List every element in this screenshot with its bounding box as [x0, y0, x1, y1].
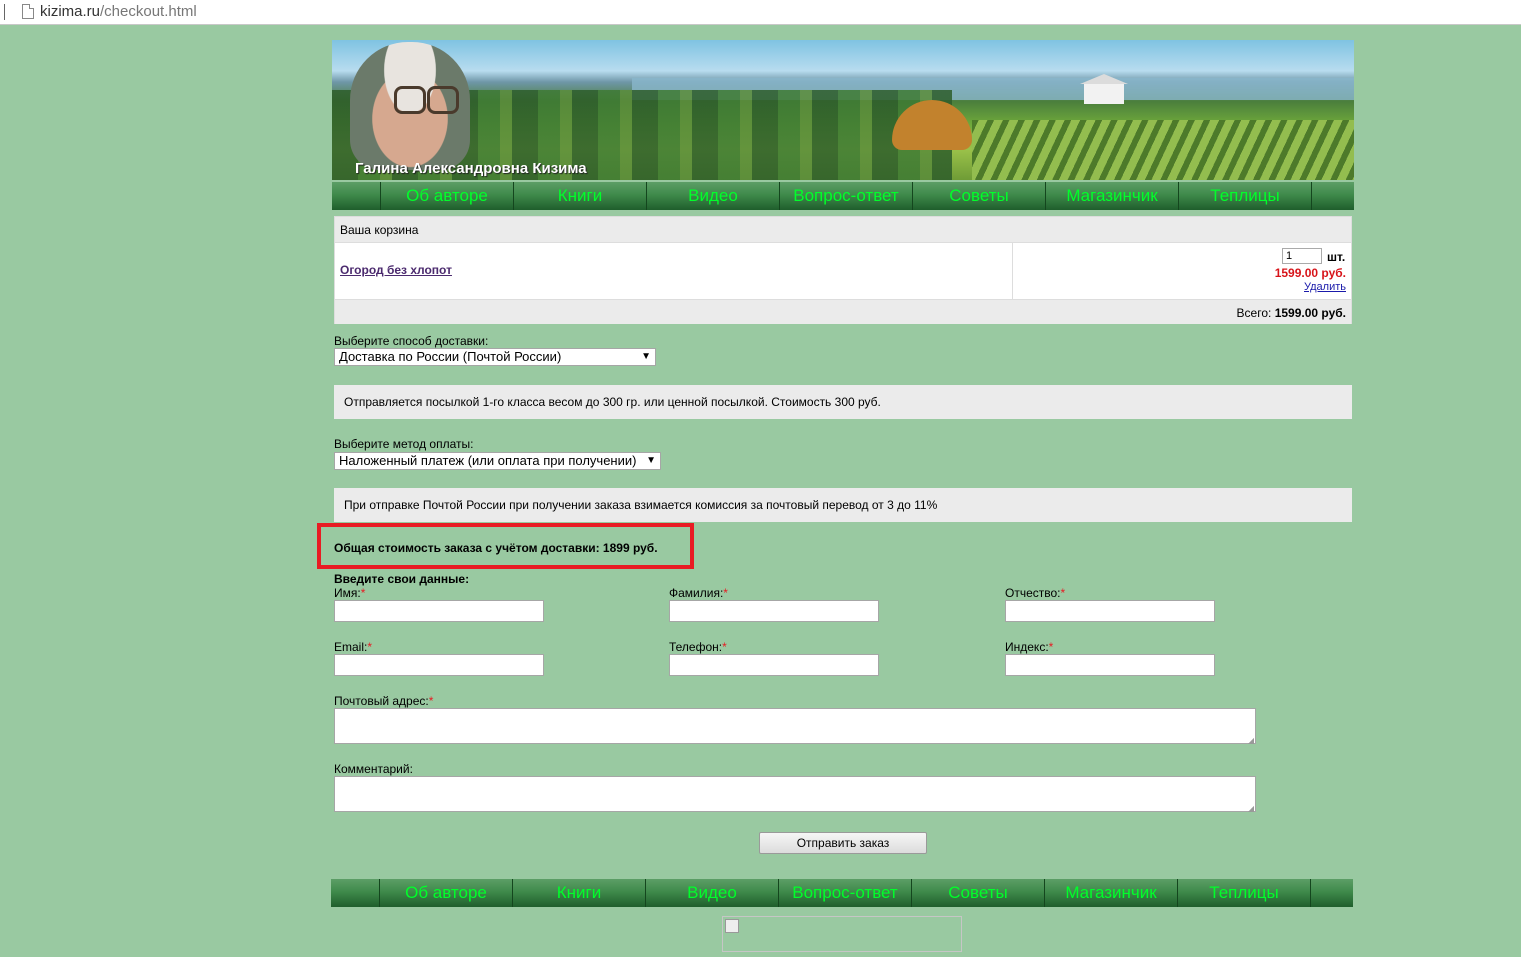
payment-label: Выберите метод оплаты:	[334, 437, 474, 451]
url-text[interactable]: kizima.ru/checkout.html	[40, 3, 197, 20]
payment-select[interactable]: Наложенный платеж (или оплата при получе…	[334, 452, 661, 470]
url-path: /checkout.html	[100, 3, 197, 20]
payment-info: При отправке Почтой России при получении…	[334, 488, 1352, 522]
patronymic-input[interactable]	[1005, 600, 1215, 622]
form-title: Введите свои данные:	[334, 572, 470, 586]
nav-item-faq[interactable]: Вопрос-ответ	[779, 879, 912, 907]
quantity-unit: шт.	[1327, 250, 1346, 264]
highlight-box	[317, 523, 694, 569]
broken-image	[722, 916, 962, 952]
postcode-label: Индекс:*	[1005, 640, 1054, 654]
delivery-selected: Доставка по России (Почтой России)	[339, 349, 562, 364]
nav-item-shop[interactable]: Магазинчик	[1045, 879, 1178, 907]
delivery-label: Выберите способ доставки:	[334, 334, 489, 348]
delete-link[interactable]: Удалить	[1304, 281, 1346, 293]
nav-cap-end	[1312, 182, 1354, 210]
nav-item-faq[interactable]: Вопрос-ответ	[780, 182, 913, 210]
banner-house	[1080, 74, 1128, 104]
browser-edge	[0, 4, 5, 20]
phone-label: Телефон:*	[669, 640, 727, 654]
nav-item-about[interactable]: Об авторе	[380, 879, 513, 907]
cart-table: Ваша корзина Огород без хлопот 1 шт. 159…	[334, 216, 1352, 324]
first-name-label: Имя:*	[334, 586, 366, 600]
delivery-select[interactable]: Доставка по России (Почтой России) ▼	[334, 348, 656, 366]
nav-item-books[interactable]: Книги	[513, 879, 646, 907]
submit-order-button[interactable]: Отправить заказ	[759, 832, 927, 854]
nav-item-greenhouses[interactable]: Теплицы	[1178, 879, 1311, 907]
quantity-input[interactable]: 1	[1282, 248, 1322, 264]
item-price: 1599.00 руб.	[1274, 266, 1346, 280]
cart-divider	[1012, 242, 1013, 299]
product-link[interactable]: Огород без хлопот	[340, 263, 452, 277]
phone-input[interactable]	[669, 654, 879, 676]
payment-selected: Наложенный платеж (или оплата при получе…	[339, 453, 637, 468]
cart-title: Ваша корзина	[340, 223, 419, 237]
banner-field	[972, 120, 1354, 180]
top-nav: Об авторе Книги Видео Вопрос-ответ Совет…	[332, 182, 1354, 210]
nav-cap	[332, 182, 381, 210]
nav-cap-end	[1311, 879, 1353, 907]
nav-item-tips[interactable]: Советы	[913, 182, 1046, 210]
cart-header: Ваша корзина	[335, 217, 1351, 243]
nav-item-video[interactable]: Видео	[646, 879, 779, 907]
url-domain: kizima.ru	[40, 3, 101, 20]
dropdown-arrow-icon: ▼	[646, 455, 656, 466]
portrait-glasses	[394, 86, 459, 114]
nav-item-shop[interactable]: Магазинчик	[1046, 182, 1179, 210]
header-banner: Галина Александровна Кизима	[332, 40, 1354, 180]
cart-total-label: Всего:	[1236, 306, 1272, 320]
nav-item-tips[interactable]: Советы	[912, 879, 1045, 907]
first-name-input[interactable]	[334, 600, 544, 622]
author-name: Галина Александровна Кизима	[355, 160, 587, 177]
nav-cap	[331, 879, 380, 907]
dropdown-arrow-icon: ▼	[641, 351, 651, 362]
patronymic-label: Отчество:*	[1005, 586, 1066, 600]
cart-row: Огород без хлопот 1 шт. 1599.00 руб. Уда…	[335, 242, 1351, 299]
cart-total-value: 1599.00 руб.	[1274, 306, 1346, 320]
nav-item-video[interactable]: Видео	[647, 182, 780, 210]
postcode-input[interactable]	[1005, 654, 1215, 676]
bottom-nav: Об авторе Книги Видео Вопрос-ответ Совет…	[331, 879, 1353, 907]
comment-textarea[interactable]	[334, 776, 1256, 813]
last-name-input[interactable]	[669, 600, 879, 622]
page-icon	[22, 4, 34, 19]
email-field[interactable]	[334, 654, 544, 676]
last-name-label: Фамилия:*	[669, 586, 728, 600]
cart-total: Всего: 1599.00 руб.	[1237, 306, 1346, 320]
address-textarea[interactable]	[334, 708, 1256, 745]
browser-address-bar[interactable]: kizima.ru/checkout.html	[0, 0, 1521, 25]
comment-label: Комментарий:	[334, 762, 413, 776]
cart-footer: Всего: 1599.00 руб.	[335, 299, 1351, 324]
address-label: Почтовый адрес:*	[334, 694, 434, 708]
nav-item-greenhouses[interactable]: Теплицы	[1179, 182, 1312, 210]
delivery-info: Отправляется посылкой 1-го класса весом …	[334, 385, 1352, 419]
nav-item-books[interactable]: Книги	[514, 182, 647, 210]
email-label: Email:*	[334, 640, 373, 654]
nav-item-about[interactable]: Об авторе	[381, 182, 514, 210]
